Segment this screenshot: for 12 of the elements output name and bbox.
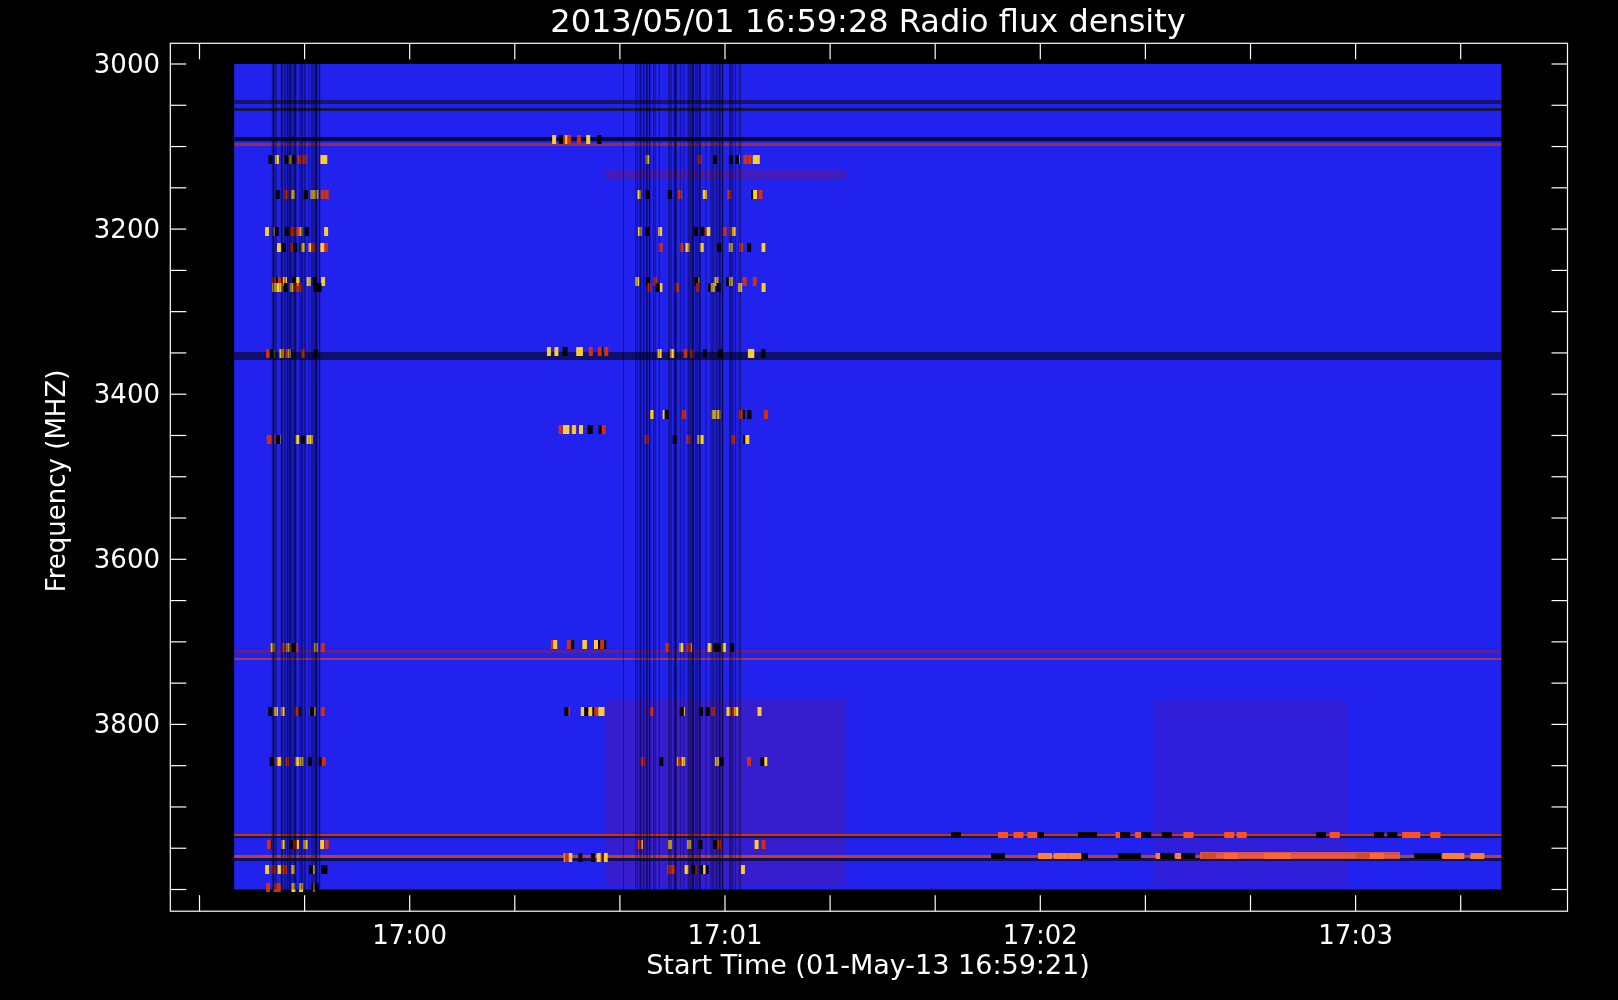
y-axis-label: Frequency (MHZ) [41, 369, 71, 593]
x-axis-label: Start Time (01-May-13 16:59:21) [646, 949, 1090, 980]
x-tick-label: 17:02 [1002, 920, 1078, 950]
x-tick-label: 17:01 [687, 920, 763, 950]
y-tick-label: 3600 [93, 544, 160, 575]
x-tick-label: 17:03 [1318, 920, 1394, 950]
chart-title: 2013/05/01 16:59:28 Radio flux density [550, 2, 1186, 40]
x-tick-label: 17:00 [372, 920, 448, 950]
y-tick-label: 3200 [93, 214, 160, 245]
y-tick-label: 3400 [93, 379, 160, 410]
y-tick-label: 3800 [93, 709, 160, 740]
y-tick-label: 3000 [93, 49, 160, 79]
